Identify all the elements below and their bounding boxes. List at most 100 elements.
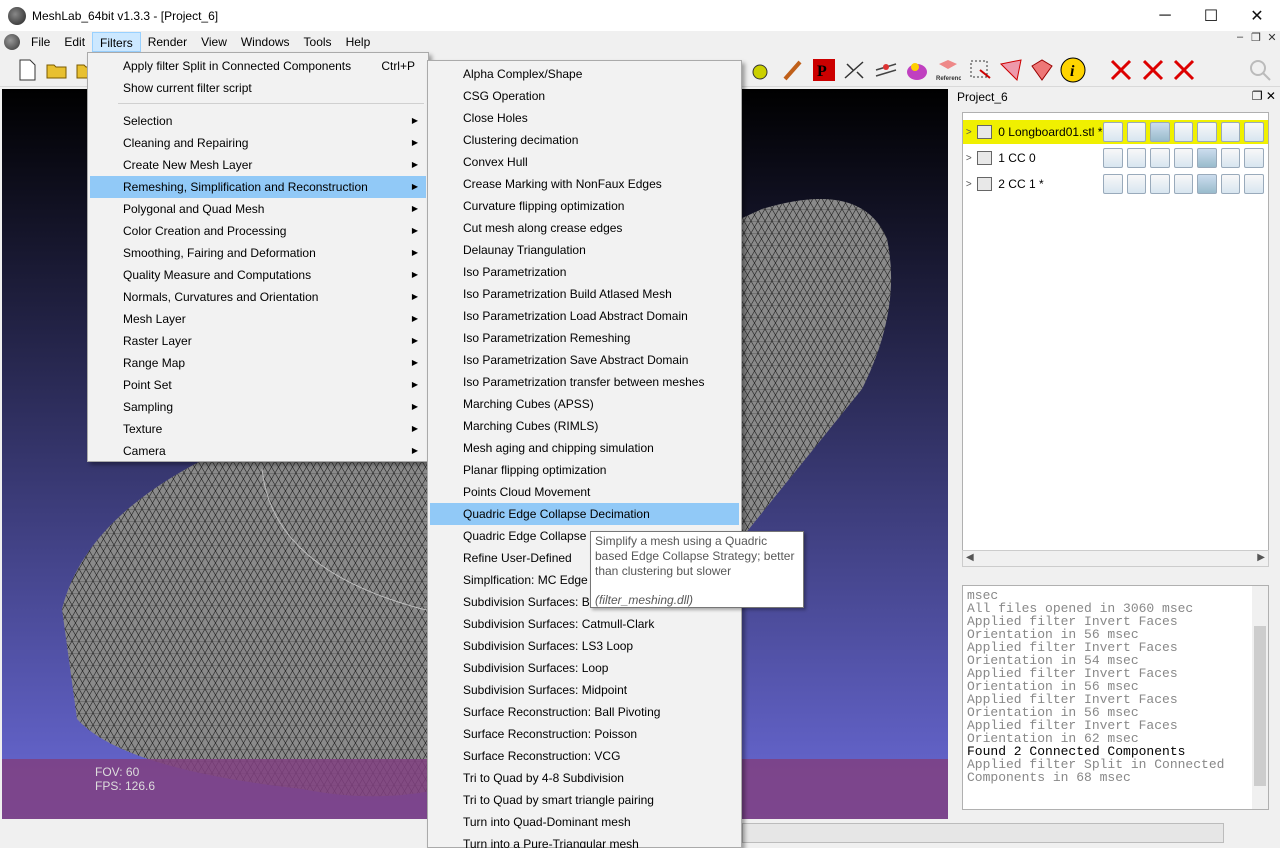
log-scroll-thumb[interactable] [1254, 626, 1266, 786]
menu-group-range-map[interactable]: Range Map ▶ [90, 352, 426, 374]
new-file-icon[interactable] [14, 57, 40, 83]
select-vertices-icon[interactable] [998, 57, 1024, 83]
wireframe-icon[interactable] [1150, 174, 1170, 194]
filter-item-crease-marking-with-nonfaux-edges[interactable]: Crease Marking with NonFaux Edges [430, 173, 739, 195]
menu-group-selection[interactable]: Selection ▶ [90, 110, 426, 132]
filter-item-cut-mesh-along-crease-edges[interactable]: Cut mesh along crease edges [430, 217, 739, 239]
filter-item-planar-flipping-optimization[interactable]: Planar flipping optimization [430, 459, 739, 481]
menu-group-raster-layer[interactable]: Raster Layer ▶ [90, 330, 426, 352]
open-folder-icon[interactable] [44, 57, 70, 83]
smooth-shading-icon[interactable] [1220, 174, 1241, 194]
filter-item-turn-into-quad-dominant-mesh[interactable]: Turn into Quad-Dominant mesh [430, 811, 739, 833]
select-faces-icon[interactable] [967, 57, 993, 83]
filter-item-surface-reconstruction-ball-pivoting[interactable]: Surface Reconstruction: Ball Pivoting [430, 701, 739, 723]
menu-group-normals-curvatures-and-orientation[interactable]: Normals, Curvatures and Orientation ▶ [90, 286, 426, 308]
close-button[interactable]: ✕ [1234, 0, 1280, 31]
scroll-left-icon[interactable]: ◀ [966, 552, 974, 563]
filter-item-iso-parametrization-build-atlased-mesh[interactable]: Iso Parametrization Build Atlased Mesh [430, 283, 739, 305]
search-icon[interactable] [1247, 57, 1273, 83]
menu-filters[interactable]: Filters [92, 32, 141, 52]
wireframe-icon[interactable] [1150, 148, 1170, 168]
hidden-lines-icon[interactable] [1173, 122, 1194, 142]
minimize-button[interactable]: ─ [1142, 0, 1188, 31]
menu-edit[interactable]: Edit [57, 32, 92, 52]
mdi-close-button[interactable]: ✕ [1264, 31, 1280, 44]
project-panel-buttons[interactable]: ❐ ✕ [1252, 89, 1276, 103]
menu-view[interactable]: View [194, 32, 234, 52]
expand-arrow-icon[interactable]: > [963, 127, 975, 138]
texture-icon[interactable] [1244, 122, 1264, 142]
bbox-icon[interactable] [1103, 174, 1123, 194]
menu-help[interactable]: Help [339, 32, 378, 52]
menu-group-sampling[interactable]: Sampling ▶ [90, 396, 426, 418]
mdi-minimize-button[interactable]: – [1232, 31, 1248, 44]
layer-row[interactable]: >0 Longboard01.stl * [963, 120, 1268, 144]
layer-visibility-icon[interactable] [976, 151, 993, 165]
filter-item-clustering-decimation[interactable]: Clustering decimation [430, 129, 739, 151]
menu-render[interactable]: Render [141, 32, 194, 52]
filter-item-marching-cubes-rimls[interactable]: Marching Cubes (RIMLS) [430, 415, 739, 437]
texture-icon[interactable] [1244, 148, 1264, 168]
filter-item-close-holes[interactable]: Close Holes [430, 107, 739, 129]
wireframe-icon[interactable] [1150, 122, 1170, 142]
filter-item-quadric-edge-collapse-decimation[interactable]: Quadric Edge Collapse Decimation [430, 503, 739, 525]
bbox-icon[interactable] [1103, 148, 1123, 168]
filter-item-subdivision-surfaces-ls3-loop[interactable]: Subdivision Surfaces: LS3 Loop [430, 635, 739, 657]
menu-item-show-current-filter-script[interactable]: Show current filter script [90, 77, 426, 99]
filter-item-mesh-aging-and-chipping-simulation[interactable]: Mesh aging and chipping simulation [430, 437, 739, 459]
menu-windows[interactable]: Windows [234, 32, 297, 52]
menu-item-apply-filter-split-in-connected-components[interactable]: Apply filter Split in Connected Componen… [90, 55, 426, 77]
info-icon[interactable]: i [1060, 57, 1086, 83]
filter-item-convex-hull[interactable]: Convex Hull [430, 151, 739, 173]
maximize-button[interactable]: ☐ [1188, 0, 1234, 31]
expand-arrow-icon[interactable]: > [963, 179, 975, 190]
filter-item-turn-into-a-pure-triangular-mesh[interactable]: Turn into a Pure-Triangular mesh [430, 833, 739, 848]
mdi-restore-button[interactable]: ❐ [1248, 31, 1264, 44]
menu-group-color-creation-and-processing[interactable]: Color Creation and Processing ▶ [90, 220, 426, 242]
menu-group-mesh-layer[interactable]: Mesh Layer ▶ [90, 308, 426, 330]
menu-group-polygonal-and-quad-mesh[interactable]: Polygonal and Quad Mesh ▶ [90, 198, 426, 220]
smooth-shading-icon[interactable] [1220, 122, 1241, 142]
filter-item-iso-parametrization-remeshing[interactable]: Iso Parametrization Remeshing [430, 327, 739, 349]
filter-item-tri-to-quad-by-4-8-subdivision[interactable]: Tri to Quad by 4-8 Subdivision [430, 767, 739, 789]
menu-group-cleaning-and-repairing[interactable]: Cleaning and Repairing ▶ [90, 132, 426, 154]
hidden-lines-icon[interactable] [1173, 148, 1194, 168]
menu-group-quality-measure-and-computations[interactable]: Quality Measure and Computations ▶ [90, 264, 426, 286]
delete-selected-all-icon[interactable] [1171, 57, 1197, 83]
pickpoints-icon[interactable]: P [811, 57, 837, 83]
filter-item-subdivision-surfaces-catmull-clark[interactable]: Subdivision Surfaces: Catmull-Clark [430, 613, 739, 635]
filter-item-iso-parametrization-load-abstract-domain[interactable]: Iso Parametrization Load Abstract Domain [430, 305, 739, 327]
filter-item-alpha-complex-shape[interactable]: Alpha Complex/Shape [430, 63, 739, 85]
filter-item-curvature-flipping-optimization[interactable]: Curvature flipping optimization [430, 195, 739, 217]
brush-icon[interactable] [780, 57, 806, 83]
system-menu-icon[interactable] [4, 34, 20, 50]
filter-item-iso-parametrization-transfer-between-meshes[interactable]: Iso Parametrization transfer between mes… [430, 371, 739, 393]
color-mesh-icon[interactable] [904, 57, 930, 83]
scroll-right-icon[interactable]: ▶ [1257, 552, 1265, 563]
filter-item-iso-parametrization-save-abstract-domain[interactable]: Iso Parametrization Save Abstract Domain [430, 349, 739, 371]
flat-shading-icon[interactable] [1197, 148, 1217, 168]
filter-item-surface-reconstruction-poisson[interactable]: Surface Reconstruction: Poisson [430, 723, 739, 745]
points-icon[interactable] [1126, 174, 1147, 194]
delete-selected-faces-icon[interactable] [1108, 57, 1134, 83]
filter-item-points-cloud-movement[interactable]: Points Cloud Movement [430, 481, 739, 503]
measure-tool-icon[interactable] [842, 57, 868, 83]
expand-arrow-icon[interactable]: > [963, 153, 975, 164]
menu-group-texture[interactable]: Texture ▶ [90, 418, 426, 440]
flat-shading-icon[interactable] [1197, 174, 1217, 194]
layer-list-scrollbar[interactable]: ◀ ▶ [962, 550, 1269, 567]
points-icon[interactable] [1126, 122, 1147, 142]
select-connected-icon[interactable] [1029, 57, 1055, 83]
align-tool-icon[interactable] [873, 57, 899, 83]
layer-visibility-icon[interactable] [976, 177, 993, 191]
log-scrollbar[interactable] [1252, 586, 1268, 809]
layer-visibility-icon[interactable] [976, 125, 993, 139]
layer-row[interactable]: >2 CC 1 * [963, 172, 1268, 196]
bbox-icon[interactable] [1103, 122, 1123, 142]
filter-item-surface-reconstruction-vcg[interactable]: Surface Reconstruction: VCG [430, 745, 739, 767]
menu-group-smoothing-fairing-and-deformation[interactable]: Smoothing, Fairing and Deformation ▶ [90, 242, 426, 264]
texture-icon[interactable] [1244, 174, 1264, 194]
delete-selected-vertices-icon[interactable] [1140, 57, 1166, 83]
menu-group-camera[interactable]: Camera ▶ [90, 440, 426, 462]
menu-file[interactable]: File [24, 32, 57, 52]
